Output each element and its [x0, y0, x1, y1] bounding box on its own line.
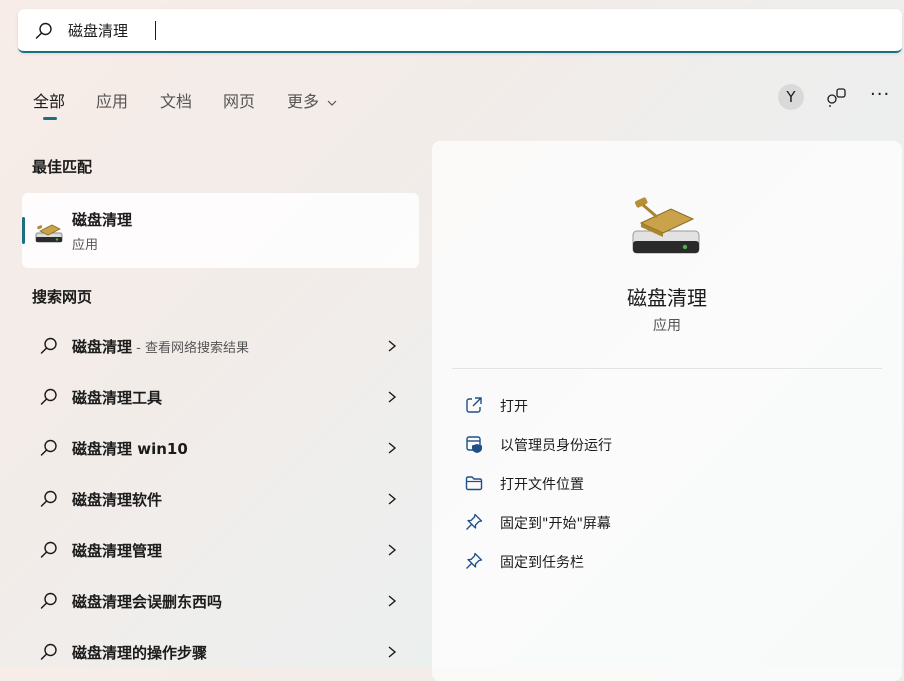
pin-icon: [466, 552, 483, 569]
tab-documents[interactable]: 文档: [160, 88, 192, 112]
best-match-card[interactable]: 磁盘清理 应用: [22, 193, 419, 268]
web-search-item-text: 磁盘清理会误删东西吗: [72, 591, 222, 612]
more-options-button[interactable]: ···: [870, 84, 890, 105]
tab-more-label: 更多: [287, 92, 320, 111]
web-search-item[interactable]: 磁盘清理管理: [22, 527, 419, 573]
web-search-query: 磁盘清理: [72, 338, 133, 356]
chevron-down-icon: [327, 100, 337, 106]
action-pin-to-start[interactable]: 固定到"开始"屏幕: [464, 510, 864, 534]
divider: [452, 368, 882, 369]
search-icon: [35, 22, 52, 39]
chevron-right-icon: [388, 595, 397, 607]
chevron-right-icon: [388, 544, 397, 556]
pin-icon: [466, 513, 483, 530]
web-search-heading: 搜索网页: [32, 288, 93, 306]
detail-app-name: 磁盘清理: [627, 286, 707, 310]
web-search-item[interactable]: 磁盘清理 - 查看网络搜索结果: [22, 323, 419, 369]
folder-icon: [465, 476, 483, 491]
best-match-heading: 最佳匹配: [32, 158, 93, 176]
web-search-item-text: 磁盘清理软件: [72, 489, 162, 510]
best-match-name: 磁盘清理: [72, 211, 133, 229]
action-run-as-admin[interactable]: 以管理员身份运行: [464, 432, 864, 456]
web-search-item-text: 磁盘清理工具: [72, 387, 162, 408]
web-search-query: 磁盘清理 win10: [72, 440, 188, 458]
search-input[interactable]: 磁盘清理: [68, 20, 128, 41]
action-label: 以管理员身份运行: [500, 438, 612, 454]
search-icon: [40, 490, 57, 507]
action-open[interactable]: 打开: [464, 393, 864, 417]
tab-apps[interactable]: 应用: [96, 88, 128, 112]
action-label: 打开: [500, 399, 528, 415]
chevron-right-icon: [388, 646, 397, 658]
web-search-query: 磁盘清理管理: [72, 542, 163, 560]
chevron-right-icon: [388, 493, 397, 505]
chevron-right-icon: [388, 391, 397, 403]
web-search-item-text: 磁盘清理管理: [72, 540, 162, 561]
web-search-item[interactable]: 磁盘清理 win10: [22, 425, 419, 471]
web-search-query: 磁盘清理的操作步骤: [72, 644, 208, 662]
web-search-query: 磁盘清理会误删东西吗: [72, 593, 223, 611]
search-icon: [40, 592, 57, 609]
search-icon: [40, 337, 57, 354]
web-search-query: 磁盘清理软件: [72, 491, 163, 509]
web-search-item[interactable]: 磁盘清理会误删东西吗: [22, 578, 419, 624]
search-icon: [40, 643, 57, 660]
admin-shield-icon: [466, 436, 482, 453]
search-icon: [40, 541, 57, 558]
action-label: 打开文件位置: [500, 477, 584, 493]
chevron-right-icon: [388, 340, 397, 352]
search-bar[interactable]: 磁盘清理: [18, 9, 902, 53]
open-external-icon: [466, 397, 482, 413]
web-search-hint: - 查看网络搜索结果: [132, 341, 249, 356]
selection-indicator: [22, 217, 25, 244]
action-open-file-location[interactable]: 打开文件位置: [464, 471, 864, 495]
search-icon: [40, 439, 57, 456]
action-pin-to-taskbar[interactable]: 固定到任务栏: [464, 549, 864, 573]
chevron-right-icon: [388, 442, 397, 454]
web-search-item-text: 磁盘清理 win10: [72, 438, 188, 459]
text-caret: [155, 21, 156, 40]
search-icon: [40, 388, 57, 405]
share-devices-icon[interactable]: [826, 86, 848, 108]
active-tab-indicator: [43, 117, 57, 120]
tab-web[interactable]: 网页: [223, 88, 255, 112]
web-search-query: 磁盘清理工具: [72, 389, 163, 407]
best-match-type: 应用: [72, 238, 99, 253]
tab-more[interactable]: 更多: [287, 88, 337, 112]
action-label: 固定到"开始"屏幕: [500, 516, 611, 532]
disk-cleanup-app-icon: [35, 224, 63, 243]
disk-cleanup-large-icon: [632, 197, 700, 254]
avatar[interactable]: Y: [778, 84, 804, 110]
detail-panel: 磁盘清理 应用 打开 以管理员身份运行 打开文件位置 固定到"开始"屏幕 固定到…: [432, 141, 902, 681]
web-search-item[interactable]: 磁盘清理工具: [22, 374, 419, 420]
web-search-item-text: 磁盘清理 - 查看网络搜索结果: [72, 336, 249, 357]
web-search-item[interactable]: 磁盘清理的操作步骤: [22, 629, 419, 675]
web-search-item[interactable]: 磁盘清理软件: [22, 476, 419, 522]
tab-all[interactable]: 全部: [33, 88, 65, 112]
action-label: 固定到任务栏: [500, 555, 584, 571]
detail-app-type: 应用: [653, 318, 681, 334]
web-search-item-text: 磁盘清理的操作步骤: [72, 642, 207, 663]
